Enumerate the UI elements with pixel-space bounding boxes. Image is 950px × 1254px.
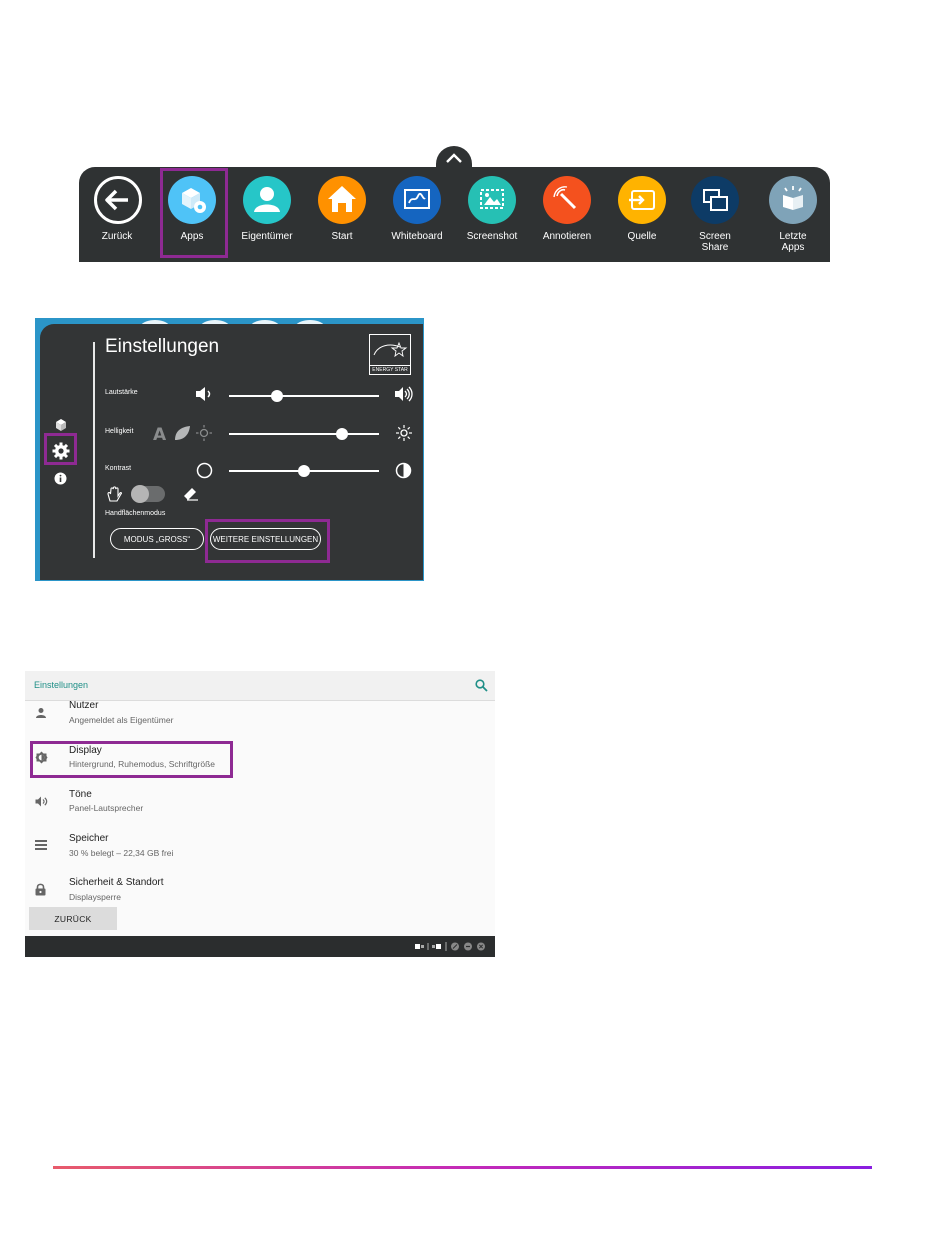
toolbar-source-label: Quelle [627,231,657,242]
toolbar-home-label: Start [331,231,353,242]
brightness-label: Helligkeit [105,428,134,435]
whiteboard-icon [393,176,441,224]
storage-icon [35,840,47,850]
row-security-subtitle: Displaysperre [69,892,121,902]
user-icon [243,176,291,224]
system-nav-bar [25,936,495,957]
row-user-subtitle: Angemeldet als Eigentümer [69,715,174,725]
contrast-label: Kontrast [105,465,132,472]
toolbar-whiteboard-button[interactable]: Whiteboard [379,167,455,262]
highlight-apps [160,168,228,258]
nav-bar-icons[interactable] [415,941,489,952]
back-button[interactable]: ZURÜCK [29,907,117,930]
toolbar-recent-apps-button[interactable]: Letzte Apps [755,167,831,262]
volume-icon [35,796,48,807]
toolbar-owner-button[interactable]: Eigentümer [229,167,305,262]
brightness-slider[interactable] [229,433,379,435]
row-user-title: Nutzer [69,700,99,711]
home-icon [318,176,366,224]
volume-slider[interactable] [229,395,379,397]
volume-slider-knob[interactable] [271,390,283,402]
volume-high-icon[interactable] [394,386,414,402]
row-sounds-title: Töne [69,789,92,800]
input-source-icon [618,176,666,224]
row-sounds-subtitle: Panel-Lautsprecher [69,803,144,813]
toolbar-recent-apps-label: Letzte Apps [779,231,807,253]
palm-mode-label: Handflächenmodus [105,510,166,517]
toolbar-whiteboard-label: Whiteboard [391,231,443,242]
toolbar-owner-label: Eigentümer [241,231,293,242]
toolbar-source-button[interactable]: Quelle [604,167,680,262]
row-storage-title: Speicher [69,833,109,844]
toolbar-screenshot-button[interactable]: Screenshot [454,167,530,262]
highlight-gear [44,433,77,465]
toolbar-screen-share-label: Screen Share [699,231,731,253]
volume-low-icon[interactable] [195,386,213,402]
energy-star-label: ENERGY STAR [370,365,410,373]
mode-large-button[interactable]: MODUS „GROSS“ [110,528,204,550]
settings-header-title: Einstellungen [34,680,89,690]
info-icon[interactable] [54,472,67,485]
recent-apps-icon [769,176,817,224]
toolbar-annotate-button[interactable]: Annotieren [529,167,605,262]
settings-header: Einstellungen [25,671,495,701]
toolbar-back-label: Zurück [101,231,133,242]
apps-cube-icon[interactable] [54,418,68,432]
brightness-slider-knob[interactable] [335,428,348,440]
contrast-slider-knob[interactable] [298,465,310,477]
lock-icon [35,883,46,896]
toolbar-back-button[interactable]: Zurück [79,167,155,262]
volume-label: Lautstärke [105,389,138,396]
row-security-title: Sicherheit & Standort [69,877,164,888]
back-arrow-icon [94,176,142,224]
toolbar-screen-share-button[interactable]: Screen Share [677,167,753,262]
row-storage-subtitle: 30 % belegt – 22,34 GB frei [69,848,174,858]
screenshot-icon [468,176,516,224]
svg-text:A: A [153,425,167,441]
toolbar-annotate-label: Annotieren [542,231,592,242]
toolbar-screenshot-label: Screenshot [466,231,518,242]
palm-icon [107,486,122,502]
energy-star-logo: ENERGY STAR [369,334,411,375]
brightness-high-icon[interactable] [396,425,412,441]
search-icon[interactable] [475,679,488,692]
panel-divider [93,342,95,558]
palm-mode-toggle-knob [131,485,149,503]
brightness-mode-icons[interactable]: A [153,425,213,441]
contrast-high-icon[interactable] [395,462,412,479]
android-settings-window: Einstellungen Nutzer Angemeldet als Eige… [25,671,495,957]
panel-title: Einstellungen [105,336,220,357]
footer-gradient-line [53,1166,872,1169]
contrast-low-icon[interactable] [196,462,213,479]
eraser-icon [184,488,198,501]
highlight-display [30,741,233,778]
person-icon [36,708,46,718]
annotate-icon [543,176,591,224]
highlight-more-settings [205,519,330,563]
toolbar-home-button[interactable]: Start [304,167,380,262]
palm-mode-toggle[interactable] [131,485,165,503]
chevron-up-icon [446,153,462,163]
screen-share-icon [691,176,739,224]
